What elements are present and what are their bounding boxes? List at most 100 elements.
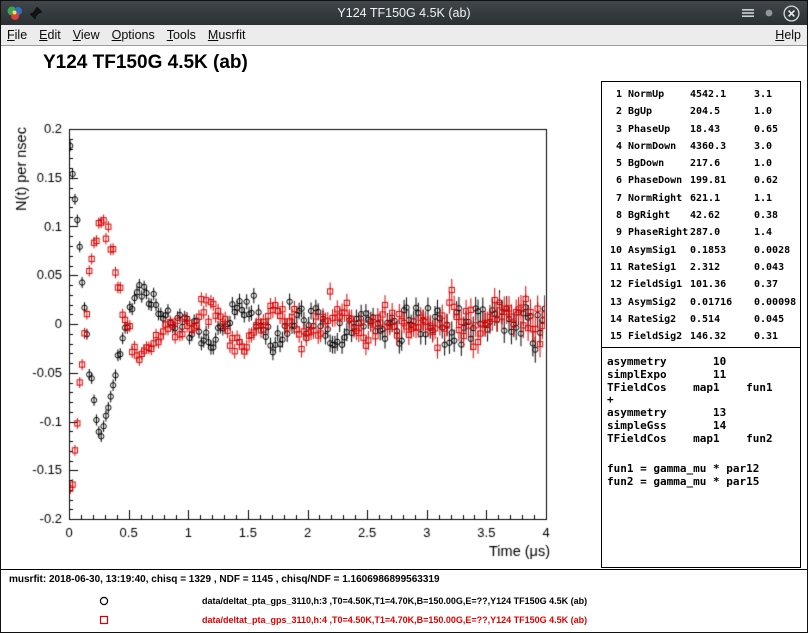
app-window: Y124 TF150G 4.5K (ab) FileEditViewOption…	[0, 0, 808, 633]
param-error: 1.1	[754, 190, 800, 207]
param-value: 0.01716	[690, 294, 754, 311]
param-value: 0.1853	[690, 242, 754, 259]
param-error: 0.31	[754, 328, 800, 345]
param-number: 6	[607, 172, 622, 189]
footer-divider	[1, 569, 807, 570]
param-name: FieldSig1	[628, 276, 690, 293]
param-row: 9PhaseRight287.01.4	[607, 224, 800, 241]
param-number: 8	[607, 207, 622, 224]
menu-edit[interactable]: Edit	[33, 26, 67, 44]
param-name: RateSig2	[628, 311, 690, 328]
param-value: 18.43	[690, 121, 754, 138]
param-error: 0.65	[754, 121, 800, 138]
param-name: AsymSig1	[628, 242, 690, 259]
param-value: 146.32	[690, 328, 754, 345]
param-number: 14	[607, 311, 622, 328]
param-name: PhaseDown	[628, 172, 690, 189]
param-number: 10	[607, 242, 622, 259]
menubar: FileEditViewOptionsToolsMusrfit Help	[1, 25, 807, 46]
plot-title: Y124 TF150G 4.5K (ab)	[43, 52, 248, 74]
param-value: 204.5	[690, 103, 754, 120]
param-error: 0.37	[754, 276, 800, 293]
square-marker-icon	[98, 614, 110, 626]
musr-plot-canvas[interactable]	[5, 89, 583, 575]
param-error: 0.38	[754, 207, 800, 224]
menu-options[interactable]: Options	[106, 26, 161, 44]
param-value: 42.62	[690, 207, 754, 224]
param-value: 2.312	[690, 259, 754, 276]
menu-lines-icon[interactable]	[741, 7, 755, 19]
param-row: 12 FieldSig1101.360.37	[607, 276, 800, 293]
param-row: 13 AsymSig20.017160.00098	[607, 294, 800, 311]
param-number: 7	[607, 190, 622, 207]
param-name: FieldSig2	[628, 328, 690, 345]
theory-block: asymmetry 10 simplExpo 11 TFieldCos map1…	[607, 356, 800, 446]
param-name: NormDown	[628, 138, 690, 155]
param-number: 13	[607, 294, 622, 311]
param-row: 11 RateSig12.3120.043	[607, 259, 800, 276]
menu-musrfit[interactable]: Musrfit	[202, 26, 252, 44]
param-row: 1 NormUp4542.13.1	[607, 86, 800, 103]
param-row: 2BgUp204.51.0	[607, 103, 800, 120]
close-icon[interactable]	[783, 5, 800, 22]
param-number: 4	[607, 138, 622, 155]
param-name: RateSig1	[628, 259, 690, 276]
param-number: 12	[607, 276, 622, 293]
param-number: 2	[607, 103, 622, 120]
param-name: NormUp	[628, 86, 690, 103]
param-row: 14 RateSig20.5140.045	[607, 311, 800, 328]
menu-file[interactable]: File	[1, 26, 33, 44]
param-value: 0.514	[690, 311, 754, 328]
shade-icon[interactable]	[764, 8, 774, 18]
window-title: Y124 TF150G 4.5K (ab)	[1, 6, 807, 20]
param-error: 0.0028	[754, 242, 800, 259]
legend-item: data/deltat_pta_gps_3110,h:4 ,T0=4.50K,T…	[1, 610, 807, 629]
param-row: 15 FieldSig2146.320.31	[607, 328, 800, 345]
param-name: NormRight	[628, 190, 690, 207]
param-error: 3.0	[754, 138, 800, 155]
param-number: 11	[607, 259, 622, 276]
param-error: 0.045	[754, 311, 800, 328]
pin-icon[interactable]	[29, 6, 43, 20]
legend-label: data/deltat_pta_gps_3110,h:3 ,T0=4.50K,T…	[202, 596, 587, 606]
param-value: 217.6	[690, 155, 754, 172]
param-number: 15	[607, 328, 622, 345]
menu-view[interactable]: View	[67, 26, 106, 44]
param-name: BgRight	[628, 207, 690, 224]
fit-parameters-panel: 1 NormUp4542.13.12BgUp204.51.03 PhaseUp18.…	[601, 81, 801, 348]
param-name: BgDown	[628, 155, 690, 172]
fit-stats: musrfit: 2018-06-30, 13:19:40, chisq = 1…	[9, 574, 440, 585]
menu-tools[interactable]: Tools	[161, 26, 202, 44]
app-icon	[7, 5, 23, 21]
param-value: 4360.3	[690, 138, 754, 155]
param-value: 199.81	[690, 172, 754, 189]
param-row: 10 AsymSig10.18530.0028	[607, 242, 800, 259]
param-error: 1.0	[754, 155, 800, 172]
param-error: 1.0	[754, 103, 800, 120]
param-name: PhaseUp	[628, 121, 690, 138]
theory-panel: asymmetry 10 simplExpo 11 TFieldCos map1…	[601, 347, 801, 568]
param-error: 3.1	[754, 86, 800, 103]
plot-legend: data/deltat_pta_gps_3110,h:3 ,T0=4.50K,T…	[1, 591, 807, 629]
param-error: 0.00098	[754, 294, 800, 311]
param-row: 4 NormDown4360.33.0	[607, 138, 800, 155]
param-value: 621.1	[690, 190, 754, 207]
param-row: 8 BgRight42.620.38	[607, 207, 800, 224]
param-number: 3	[607, 121, 622, 138]
circle-marker-icon	[98, 595, 110, 607]
param-error: 0.043	[754, 259, 800, 276]
param-name: AsymSig2	[628, 294, 690, 311]
param-number: 1	[607, 86, 622, 103]
param-value: 101.36	[690, 276, 754, 293]
legend-item: data/deltat_pta_gps_3110,h:3 ,T0=4.50K,T…	[1, 591, 807, 610]
param-row: 3 PhaseUp18.430.65	[607, 121, 800, 138]
param-row: 6PhaseDown199.810.62	[607, 172, 800, 189]
param-value: 287.0	[690, 224, 754, 241]
param-row: 5 BgDown217.61.0	[607, 155, 800, 172]
param-name: PhaseRight	[628, 224, 690, 241]
param-number: 5	[607, 155, 622, 172]
legend-label: data/deltat_pta_gps_3110,h:4 ,T0=4.50K,T…	[202, 615, 587, 625]
param-value: 4542.1	[690, 86, 754, 103]
window-titlebar[interactable]: Y124 TF150G 4.5K (ab)	[1, 1, 807, 25]
menu-help[interactable]: Help	[769, 26, 807, 44]
